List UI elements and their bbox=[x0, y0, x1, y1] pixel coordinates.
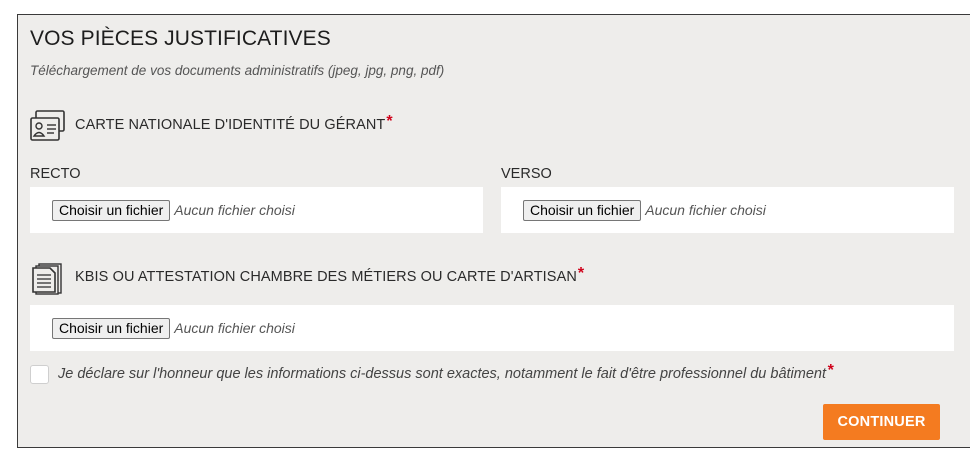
kbis-file-status: Aucun fichier choisi bbox=[174, 320, 295, 336]
documents-panel: VOS PIÈCES JUSTIFICATIVES Téléchargement… bbox=[17, 14, 970, 448]
recto-choose-file-button[interactable]: Choisir un fichier bbox=[52, 199, 171, 221]
required-asterisk: * bbox=[827, 361, 834, 379]
recto-file-input: Choisir un fichier Aucun fichier choisi bbox=[30, 187, 483, 233]
declaration-text: Je déclare sur l'honneur que les informa… bbox=[58, 361, 834, 382]
kbis-label: KBIS OU ATTESTATION CHAMBRE DES MÉTIERS … bbox=[75, 265, 585, 285]
verso-choose-file-button[interactable]: Choisir un fichier bbox=[523, 199, 642, 221]
id-card-section-header: CARTE NATIONALE D'IDENTITÉ DU GÉRANT* bbox=[30, 109, 393, 143]
declaration-checkbox[interactable] bbox=[30, 365, 49, 384]
recto-file-status: Aucun fichier choisi bbox=[174, 202, 295, 218]
kbis-choose-file-button[interactable]: Choisir un fichier bbox=[52, 317, 171, 339]
id-card-label: CARTE NATIONALE D'IDENTITÉ DU GÉRANT* bbox=[75, 113, 393, 133]
verso-file-status: Aucun fichier choisi bbox=[645, 202, 766, 218]
continue-button[interactable]: CONTINUER bbox=[823, 404, 940, 440]
verso-label: VERSO bbox=[501, 166, 552, 182]
recto-label: RECTO bbox=[30, 166, 81, 182]
id-card-icon bbox=[30, 110, 65, 141]
required-asterisk: * bbox=[577, 265, 585, 282]
section-title: VOS PIÈCES JUSTIFICATIVES bbox=[30, 27, 331, 50]
kbis-section-header: KBIS OU ATTESTATION CHAMBRE DES MÉTIERS … bbox=[30, 261, 584, 295]
required-asterisk: * bbox=[386, 113, 393, 130]
documents-icon bbox=[32, 263, 62, 295]
section-subtitle: Téléchargement de vos documents administ… bbox=[30, 63, 445, 78]
kbis-file-input: Choisir un fichier Aucun fichier choisi bbox=[30, 305, 954, 351]
verso-file-input: Choisir un fichier Aucun fichier choisi bbox=[501, 187, 954, 233]
declaration-row: Je déclare sur l'honneur que les informa… bbox=[30, 361, 834, 384]
